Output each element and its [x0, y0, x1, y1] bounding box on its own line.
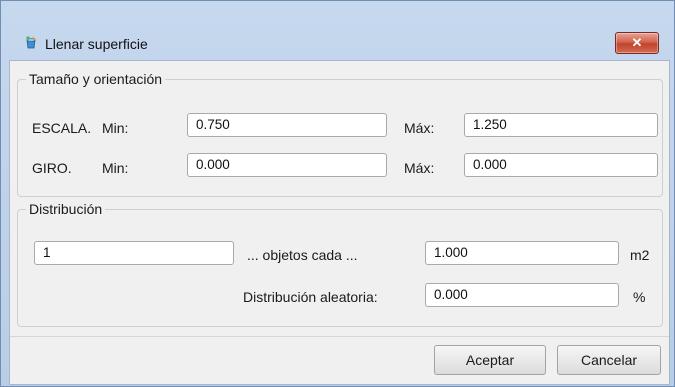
- size-orientation-legend: Tamaño y orientación: [29, 71, 163, 87]
- scale-max-input[interactable]: 1.250: [464, 113, 658, 137]
- scale-min-input[interactable]: 0.750: [187, 113, 387, 137]
- rotation-min-label: Min:: [102, 160, 129, 176]
- dialog-content: Tamaño y orientación ESCALA. Min: 0.750 …: [9, 60, 670, 385]
- title-bar[interactable]: [1, 1, 674, 39]
- rotation-max-input[interactable]: 0.000: [464, 153, 658, 177]
- area-unit-label: m2: [630, 247, 650, 263]
- scale-label: ESCALA.: [32, 120, 92, 136]
- window-title: Llenar superficie: [45, 36, 148, 52]
- cancel-button[interactable]: Cancelar: [557, 345, 661, 375]
- dialog-window: Llenar superficie ✕ Tamaño y orientación…: [0, 0, 675, 387]
- rotation-label: GIRO.: [32, 160, 72, 176]
- close-button[interactable]: ✕: [615, 32, 659, 54]
- scale-min-label: Min:: [102, 120, 129, 136]
- app-bucket-icon: [26, 36, 36, 49]
- scale-max-label: Máx:: [404, 120, 435, 136]
- distribution-legend: Distribución: [29, 201, 103, 217]
- object-count-input[interactable]: 1: [34, 241, 234, 265]
- rotation-min-input[interactable]: 0.000: [187, 153, 387, 177]
- accept-button[interactable]: Aceptar: [434, 345, 546, 375]
- rotation-max-label: Máx:: [404, 160, 435, 176]
- random-distribution-label: Distribución aleatoria:: [243, 289, 378, 305]
- random-distribution-input[interactable]: 0.000: [425, 283, 619, 307]
- close-icon: ✕: [631, 35, 643, 50]
- button-separator: [10, 336, 669, 337]
- objects-each-label: ... objetos cada ...: [247, 247, 358, 263]
- percent-unit-label: %: [633, 289, 646, 305]
- area-input[interactable]: 1.000: [425, 241, 619, 265]
